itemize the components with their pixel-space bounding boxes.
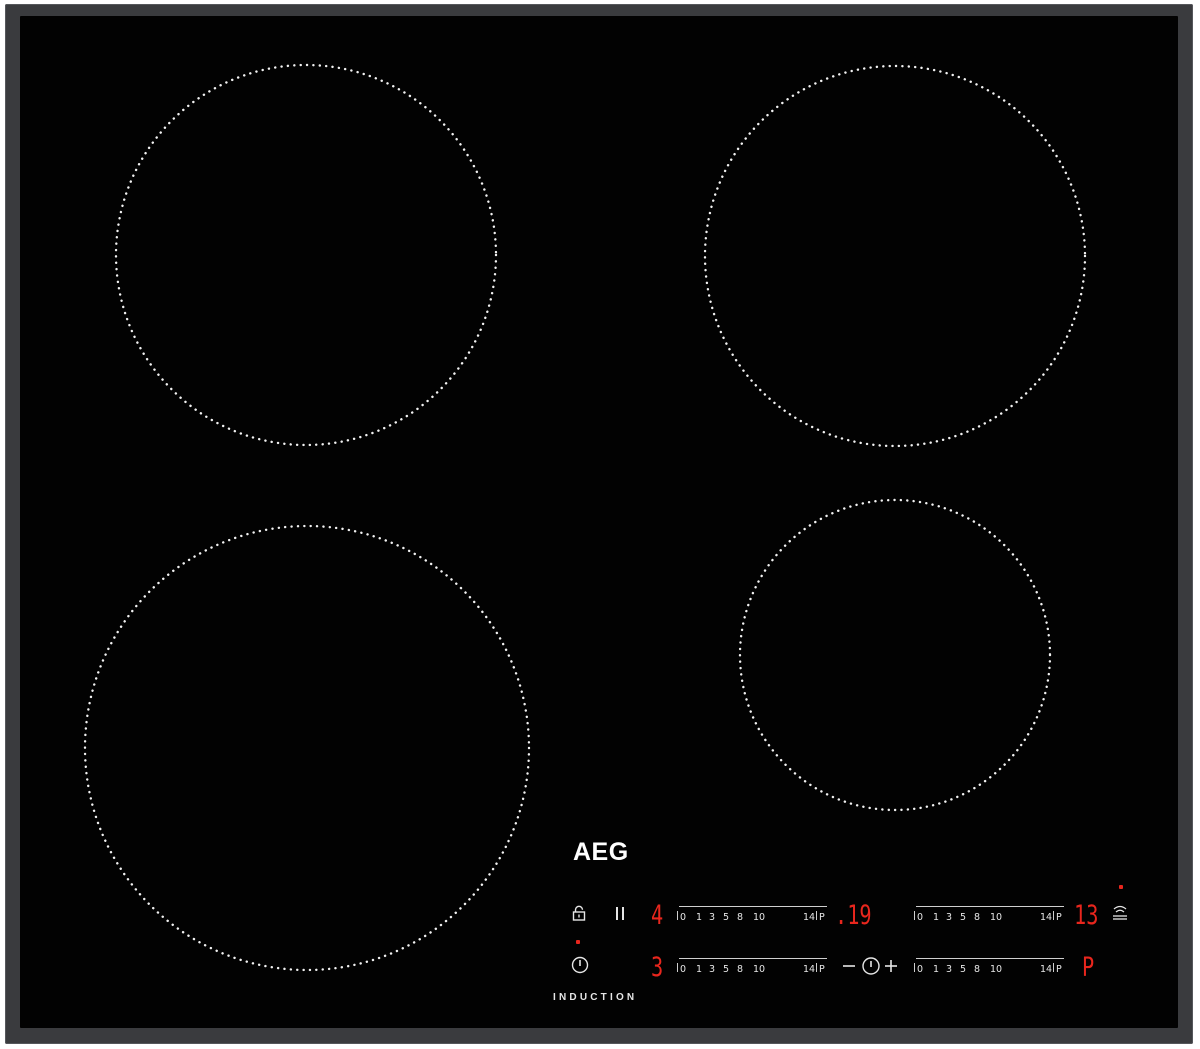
lock-icon[interactable] — [571, 905, 587, 921]
slider-boost-mark — [816, 963, 817, 972]
pause-icon[interactable] — [614, 905, 626, 921]
slider-tick-label: 10 — [990, 912, 1003, 923]
slider-tick-label: 0 — [917, 964, 924, 975]
front-right-indicator — [1119, 885, 1123, 889]
induction-label: INDUCTION — [553, 992, 638, 1003]
slider-tick-label: P — [819, 964, 825, 975]
slider-tick-label: 5 — [723, 912, 730, 923]
rear-right-power-display: P — [1082, 952, 1095, 983]
cooking-zone-rear-left — [114, 63, 498, 447]
slider-tick-label: 14 — [803, 912, 816, 923]
slider-start-mark — [677, 911, 678, 920]
slider-tick-label: 14 — [1040, 964, 1053, 975]
front-left-power-slider[interactable]: 0 1 3 5 8 10 14 P — [677, 906, 827, 928]
slider-tick-label: 14 — [1040, 912, 1053, 923]
slider-tick-label: 5 — [960, 912, 967, 923]
slider-tick-label: 8 — [737, 912, 744, 923]
brand-logo: AEG — [573, 838, 629, 866]
slider-boost-mark — [1053, 963, 1054, 972]
front-right-power-slider[interactable]: 0 1 3 5 8 10 14 P — [914, 906, 1064, 928]
slider-tick-label: 3 — [709, 912, 716, 923]
slider-tick-label: 3 — [709, 964, 716, 975]
slider-tick-label: 3 — [946, 912, 953, 923]
slider-tick-label: 8 — [974, 964, 981, 975]
rear-left-power-slider[interactable]: 0 1 3 5 8 10 14 P — [677, 958, 827, 980]
slider-tick-label: P — [819, 912, 825, 923]
slider-tick-label: 0 — [680, 912, 687, 923]
timer-minus-button[interactable] — [842, 958, 856, 974]
rear-right-power-slider[interactable]: 0 1 3 5 8 10 14 P — [914, 958, 1064, 980]
slider-tick-label: 14 — [803, 964, 816, 975]
slider-tick-label: 1 — [933, 964, 940, 975]
slider-tick-label: 1 — [696, 912, 703, 923]
slider-tick-label: 8 — [974, 912, 981, 923]
cooking-zone-rear-right — [703, 64, 1087, 448]
timer-display: .19 — [835, 900, 872, 931]
cooking-zone-front-right — [738, 498, 1052, 812]
slider-tick-label: 0 — [680, 964, 687, 975]
timer-plus-button[interactable] — [883, 957, 899, 975]
slider-tick-label: 5 — [960, 964, 967, 975]
slider-tick-label: 0 — [917, 912, 924, 923]
slider-tick-label: 3 — [946, 964, 953, 975]
timer-icon[interactable] — [861, 956, 881, 976]
slider-tick-label: 1 — [933, 912, 940, 923]
slider-start-mark — [677, 963, 678, 972]
front-right-power-display: 13 — [1074, 900, 1099, 931]
power-icon[interactable] — [571, 956, 589, 974]
cooking-zones — [83, 63, 1087, 972]
cooking-zone-front-left — [83, 524, 531, 972]
hob-hood-icon[interactable] — [1110, 903, 1130, 923]
slider-tick-label: P — [1056, 912, 1062, 923]
slider-tick-label: 8 — [737, 964, 744, 975]
slider-tick-label: 5 — [723, 964, 730, 975]
slider-tick-label: P — [1056, 964, 1062, 975]
front-left-power-display: 4 — [651, 900, 664, 931]
lock-indicator — [576, 940, 580, 944]
slider-boost-mark — [1053, 911, 1054, 920]
slider-start-mark — [914, 963, 915, 972]
slider-tick-label: 10 — [753, 912, 766, 923]
slider-tick-label: 10 — [753, 964, 766, 975]
slider-boost-mark — [816, 911, 817, 920]
slider-start-mark — [914, 911, 915, 920]
rear-left-power-display: 3 — [651, 952, 664, 983]
slider-tick-label: 10 — [990, 964, 1003, 975]
slider-tick-label: 1 — [696, 964, 703, 975]
